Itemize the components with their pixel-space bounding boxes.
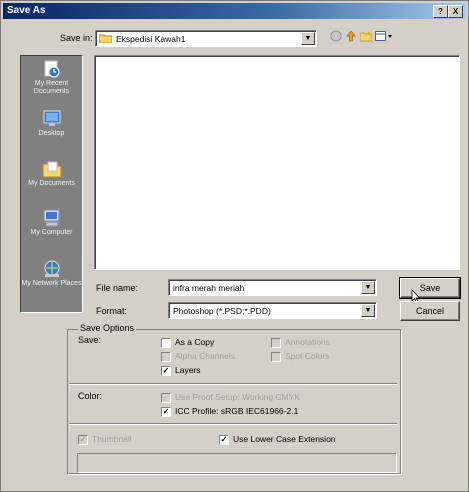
annotations-checkbox[interactable] bbox=[271, 338, 281, 348]
close-button[interactable]: X bbox=[448, 5, 463, 18]
chevron-down-icon[interactable]: ▼ bbox=[361, 304, 375, 317]
format-value: Photoshop (*.PSD;*.PDD) bbox=[173, 306, 271, 316]
my-documents-icon bbox=[42, 161, 61, 178]
place-label: My Network Places bbox=[21, 280, 82, 287]
place-label: Desktop bbox=[38, 130, 65, 137]
use-lower-case-extension-checkbox[interactable]: ✓ bbox=[219, 435, 229, 445]
help-button[interactable]: ? bbox=[433, 5, 448, 18]
place-my-documents[interactable]: My Documents bbox=[21, 160, 82, 188]
file-name-value: infra merah meriah bbox=[173, 283, 245, 293]
alpha-channels-label: Alpha Channels bbox=[175, 351, 236, 361]
color-label: Color: bbox=[78, 391, 103, 401]
message-area bbox=[77, 453, 397, 473]
file-name-input[interactable]: infra merah meriah ▼ bbox=[168, 279, 377, 296]
save-in-label: Save in: bbox=[60, 33, 93, 43]
icc-profile-label: ICC Profile: sRGB IEC61966-2.1 bbox=[175, 406, 299, 416]
chevron-down-icon[interactable]: ▼ bbox=[301, 32, 315, 45]
places-bar: My Recent Documents Desktop My Documents bbox=[20, 55, 83, 313]
my-computer-icon bbox=[43, 209, 59, 227]
place-desktop[interactable]: Desktop bbox=[21, 110, 82, 138]
as-a-copy-label: As a Copy bbox=[175, 337, 215, 347]
up-folder-icon[interactable] bbox=[345, 30, 357, 42]
place-label: My Computer bbox=[30, 229, 73, 236]
recent-documents-icon bbox=[44, 60, 59, 78]
network-places-icon bbox=[44, 260, 59, 277]
format-label: Format: bbox=[96, 306, 128, 316]
checkmark-icon: ✓ bbox=[162, 407, 170, 416]
folder-icon bbox=[99, 34, 112, 43]
back-icon[interactable] bbox=[330, 30, 342, 42]
save-in-dropdown[interactable]: Ekspedisi Kawah1 ▼ bbox=[95, 30, 317, 47]
file-list[interactable] bbox=[94, 55, 460, 270]
window-title: Save As bbox=[7, 5, 46, 16]
thumbnail-checkbox[interactable]: ✓ bbox=[78, 435, 88, 445]
new-folder-icon[interactable] bbox=[360, 30, 372, 42]
checkmark-icon: ✓ bbox=[220, 435, 228, 444]
divider bbox=[69, 423, 397, 425]
save-options-legend: Save Options bbox=[78, 323, 137, 333]
use-proof-setup-checkbox[interactable] bbox=[161, 393, 171, 403]
as-a-copy-checkbox[interactable] bbox=[161, 338, 171, 348]
place-my-computer[interactable]: My Computer bbox=[21, 209, 82, 237]
save-as-dialog: Save As ? X Save in: Ekspedisi Kawah1 ▼ bbox=[0, 0, 469, 492]
spot-colors-label: Spot Colors bbox=[285, 351, 330, 361]
layers-checkbox[interactable]: ✓ bbox=[161, 366, 171, 376]
icc-profile-checkbox[interactable]: ✓ bbox=[161, 407, 171, 417]
annotations-label: Annotations bbox=[285, 337, 330, 347]
spot-colors-checkbox[interactable] bbox=[271, 352, 281, 362]
alpha-channels-checkbox[interactable] bbox=[161, 352, 171, 362]
use-lower-case-extension-label: Use Lower Case Extension bbox=[233, 434, 336, 444]
chevron-down-icon[interactable]: ▼ bbox=[361, 281, 375, 294]
checkmark-icon: ✓ bbox=[162, 366, 170, 375]
file-name-label: File name: bbox=[96, 283, 139, 293]
save-button[interactable]: Save bbox=[399, 277, 461, 299]
desktop-icon bbox=[43, 110, 60, 126]
place-recent-documents[interactable]: My Recent Documents bbox=[21, 60, 82, 96]
cancel-button[interactable]: Cancel bbox=[400, 301, 460, 321]
place-label: My Recent Documents bbox=[33, 80, 70, 95]
place-label: My Documents bbox=[28, 180, 75, 187]
divider bbox=[69, 383, 397, 385]
format-dropdown[interactable]: Photoshop (*.PSD;*.PDD) ▼ bbox=[168, 302, 377, 319]
place-network-places[interactable]: My Network Places bbox=[21, 260, 82, 288]
use-proof-setup-label: Use Proof Setup: Working CMYK bbox=[175, 392, 301, 402]
title-bar: Save As ? X bbox=[3, 3, 466, 19]
save-in-value: Ekspedisi Kawah1 bbox=[116, 34, 186, 44]
checkmark-icon: ✓ bbox=[79, 435, 87, 444]
layers-label: Layers bbox=[175, 365, 201, 375]
view-menu-icon[interactable] bbox=[375, 30, 393, 42]
save-label: Save: bbox=[78, 335, 102, 345]
thumbnail-label: Thumbnail bbox=[92, 434, 132, 444]
